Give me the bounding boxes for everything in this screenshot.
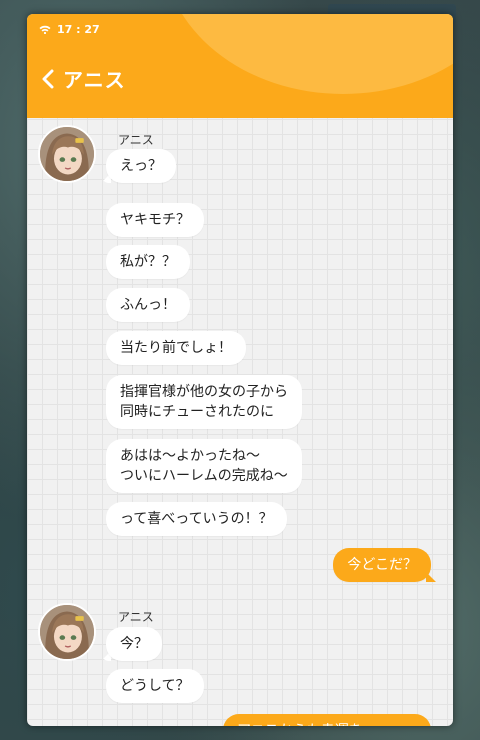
message-bubble[interactable]: どうして？ <box>106 669 204 703</box>
chevron-left-icon <box>42 69 54 88</box>
message-bubble[interactable]: ヤキモチ？ <box>106 203 204 237</box>
message-bubble[interactable]: 当たり前でしょ！ <box>106 331 246 365</box>
avatar[interactable] <box>38 125 96 183</box>
sender-name: アニス <box>118 133 154 147</box>
message-bubble[interactable]: えっ？ <box>106 149 176 183</box>
message-bubble[interactable]: 指揮官様が他の女の子から 同時にチューされたのに <box>106 375 302 429</box>
avatar[interactable] <box>38 603 96 661</box>
message-bubble[interactable]: 今？ <box>106 627 162 661</box>
avatar-portrait <box>40 605 94 659</box>
sender-name: アニス <box>118 610 154 624</box>
message-bubble[interactable]: ふんっ！ <box>106 288 190 322</box>
status-time: 17 : 27 <box>57 23 100 36</box>
message-bubble[interactable]: あはは～よかったね～ ついにハーレムの完成ね～ <box>106 439 302 493</box>
avatar-portrait <box>40 127 94 181</box>
chat-header: 17 : 27 アニス <box>27 14 453 118</box>
back-button[interactable]: アニス <box>41 64 126 93</box>
message-bubble[interactable]: 私が？？ <box>106 245 190 279</box>
status-bar: 17 : 27 <box>39 23 100 36</box>
header-decoration <box>163 14 453 94</box>
bubble-tail <box>426 572 436 582</box>
outgoing-message-bubble[interactable]: 今どこだ？ <box>333 548 431 582</box>
message-bubble[interactable]: って喜べっていうの！？ <box>106 502 287 536</box>
message-list[interactable]: アニス えっ？ ヤキモチ？ 私が？？ ふんっ！ 当たり前でしょ！ 指揮官様が他の… <box>27 118 453 726</box>
outgoing-message-bubble[interactable]: アニスからも幸運を <box>223 714 431 726</box>
chat-window: 17 : 27 アニス アニス えっ？ ヤキモチ？ 私が？？ ふんっ！ 当たり前… <box>27 14 453 726</box>
chat-title: アニス <box>63 68 126 92</box>
wifi-icon <box>39 25 51 34</box>
